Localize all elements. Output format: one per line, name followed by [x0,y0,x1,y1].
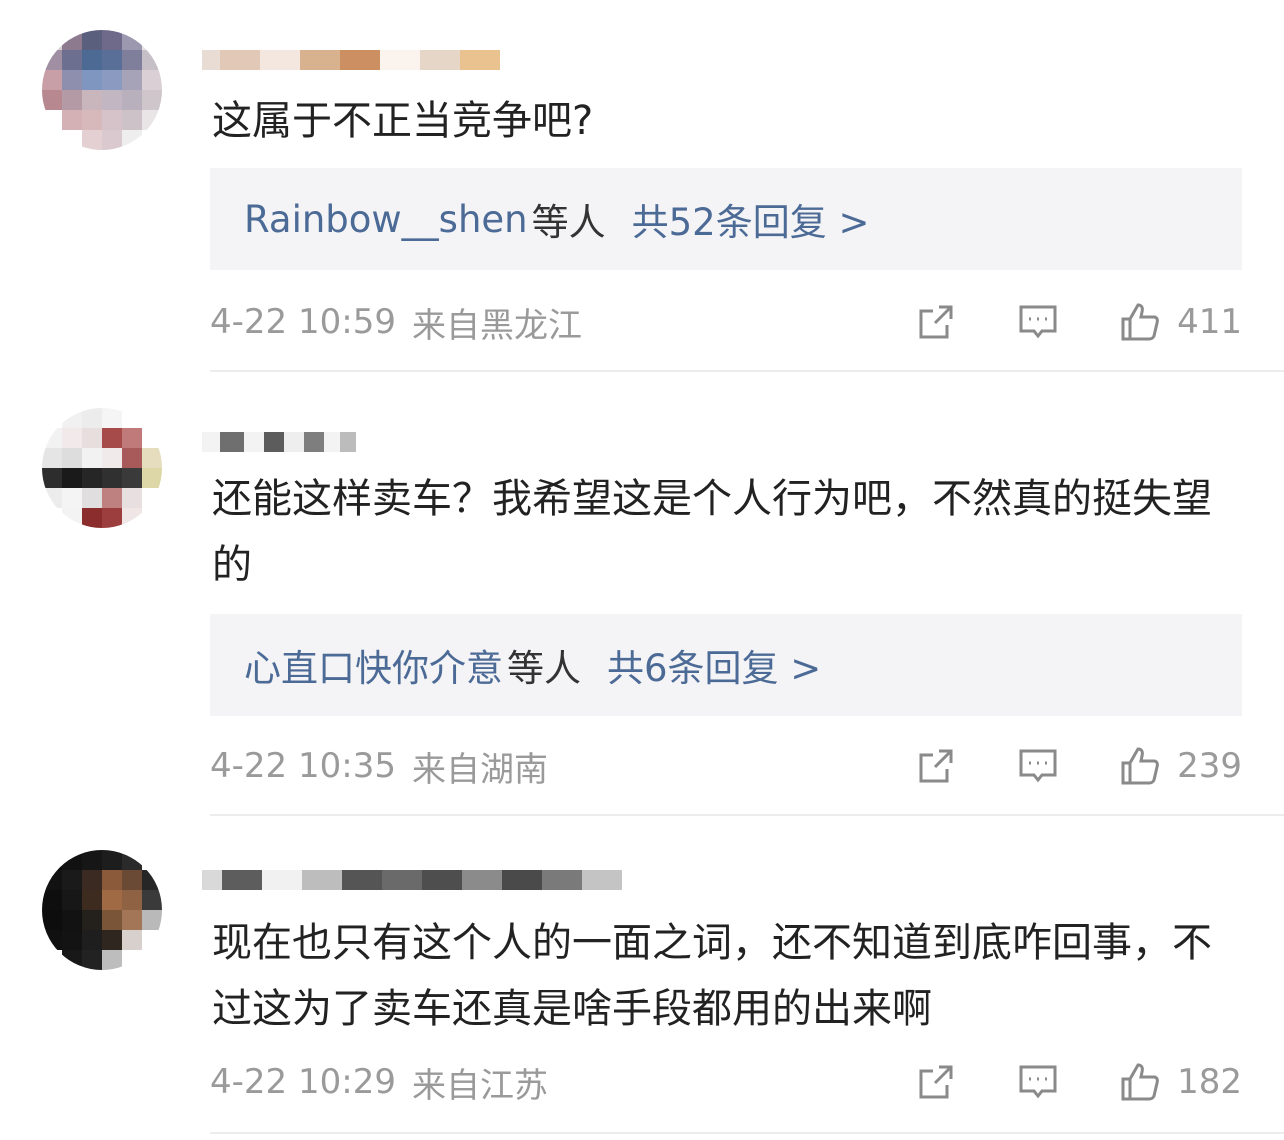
username-blurred[interactable] [202,846,622,890]
like-count: 239 [1177,746,1242,786]
reply-total-link[interactable]: 共6条回复 > [607,638,821,692]
username-blurred[interactable] [202,26,500,70]
like-icon[interactable] [1117,299,1163,345]
reply-summary[interactable]: Rainbow__shen 等人 共52条回复 > [210,168,1242,270]
comment-time: 4-22 10:59 [210,302,396,342]
avatar[interactable] [42,30,162,150]
comment-meta: 4-22 10:59 来自黑龙江 411 [210,292,1242,352]
avatar[interactable] [42,850,162,970]
avatar[interactable] [42,408,162,528]
comment-icon[interactable] [1015,1059,1061,1105]
divider [210,814,1284,816]
reply-summary[interactable]: 心直口快你介意 等人 共6条回复 > [210,614,1242,716]
comment-icon[interactable] [1015,743,1061,789]
divider [210,370,1284,372]
like-icon[interactable] [1117,743,1163,789]
share-icon[interactable] [913,743,959,789]
comment-meta: 4-22 10:35 来自湖南 239 [210,736,1242,796]
comment-text: 现在也只有这个人的一面之词，还不知道到底咋回事，不过这为了卖车还真是啥手段都用的… [212,920,1212,1032]
comment-icon[interactable] [1015,299,1061,345]
comment-time: 4-22 10:35 [210,746,396,786]
comment-time: 4-22 10:29 [210,1062,396,1102]
comment-location: 来自江苏 [411,1065,548,1106]
comment-actions: 411 [913,299,1242,345]
reply-user-link[interactable]: Rainbow__shen [244,198,528,241]
reply-user-link[interactable]: 心直口快你介意 [244,638,503,692]
share-icon[interactable] [913,299,959,345]
reply-total-link[interactable]: 共52条回复 > [632,192,870,246]
comment-text: 这属于不正当竞争吧? [212,98,594,144]
comment-text: 还能这样卖车？我希望这是个人行为吧，不然真的挺失望的 [212,476,1212,588]
username-blurred[interactable] [202,408,356,452]
like-count: 182 [1177,1062,1242,1102]
comment-meta: 4-22 10:29 来自江苏 182 [210,1052,1242,1112]
comment-location: 来自湖南 [411,749,548,790]
like-icon[interactable] [1117,1059,1163,1105]
comment-location: 来自黑龙江 [411,305,582,346]
divider [210,1132,1284,1134]
comment-actions: 239 [913,743,1242,789]
reply-suffix: 等人 [531,201,606,244]
comment-actions: 182 [913,1059,1242,1105]
share-icon[interactable] [913,1059,959,1105]
like-count: 411 [1177,302,1242,342]
reply-suffix: 等人 [507,647,581,690]
